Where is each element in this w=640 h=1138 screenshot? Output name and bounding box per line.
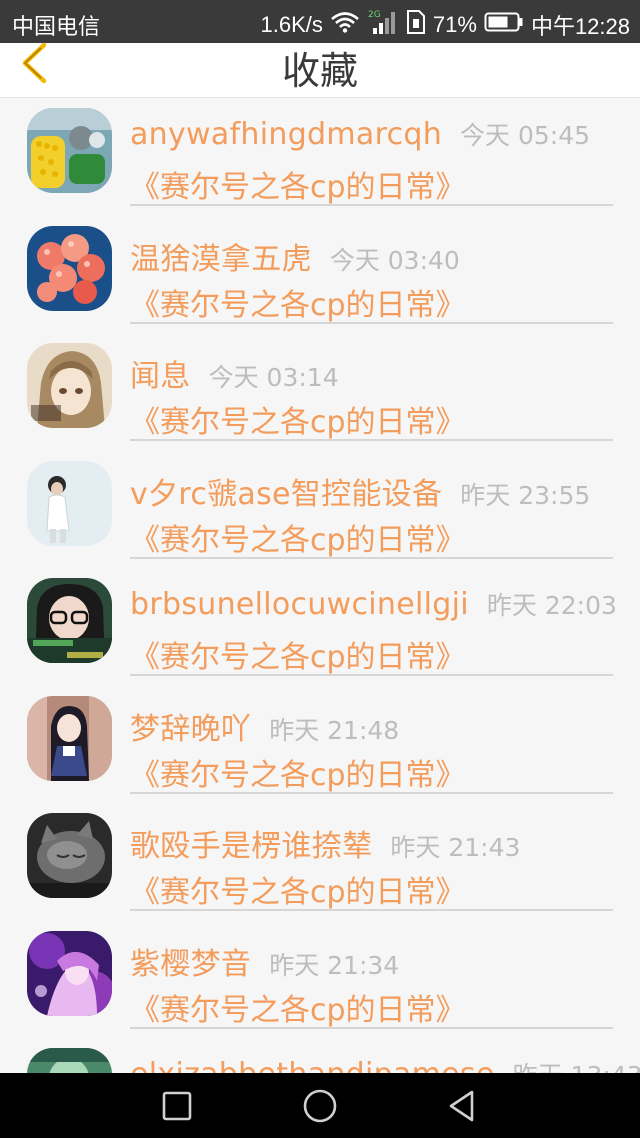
item-title[interactable]: 《赛尔号之各cp的日常》: [130, 867, 466, 911]
user-name[interactable]: 闻息: [130, 351, 191, 395]
avatar[interactable]: [27, 343, 112, 428]
list-item[interactable]: 歌殴手是楞谁捺辇 昨天 21:43 《赛尔号之各cp的日常》: [0, 803, 640, 921]
timestamp: 昨天 21:43: [390, 833, 521, 862]
divider: [130, 674, 613, 676]
avatar[interactable]: [27, 578, 112, 663]
item-title[interactable]: 《赛尔号之各cp的日常》: [130, 515, 466, 559]
item-title[interactable]: 《赛尔号之各cp的日常》: [130, 985, 466, 1029]
list-item[interactable]: elxizabbethandipamese 昨天 13:43 《赛尔号之各cp的…: [0, 1038, 640, 1073]
divider: [130, 204, 613, 206]
anime-girl-avatar-icon: [27, 695, 112, 781]
divider: [130, 556, 613, 559]
home-button[interactable]: [299, 1085, 341, 1127]
back-nav-button[interactable]: [441, 1085, 483, 1127]
item-header: 闻息 今天 03:14: [130, 351, 339, 395]
user-name[interactable]: v夕rc虢ase智控能设备: [130, 469, 442, 513]
user-name[interactable]: brbsunellocuwcinellgji: [130, 587, 469, 622]
list-item[interactable]: 梦辞晚吖 昨天 21:48 《赛尔号之各cp的日常》: [0, 686, 640, 804]
header: 收藏: [0, 42, 640, 98]
status-right: 1.6K/s 2G 71% 中午12:28: [261, 8, 630, 42]
item-header: 歌殴手是楞谁捺辇 昨天 21:43: [130, 821, 520, 865]
square-icon: [162, 1091, 192, 1121]
page-title: 收藏: [281, 49, 358, 93]
timestamp: 今天 05:45: [460, 121, 591, 150]
item-header: 梦辞晚吖 昨天 21:48: [130, 704, 399, 748]
user-name[interactable]: 梦辞晚吖: [130, 704, 251, 748]
cat-avatar-icon: [27, 813, 112, 898]
green-avatar-icon: [27, 1048, 112, 1073]
corn-food-avatar-icon: [27, 108, 112, 193]
divider: [130, 439, 613, 441]
list-item[interactable]: v夕rc虢ase智控能设备 昨天 23:55 《赛尔号之各cp的日常》: [0, 451, 640, 569]
carrier-label: 中国电信: [12, 14, 101, 39]
timestamp: 昨天 21:48: [269, 715, 400, 745]
item-header: anywafhingdmarcqh 今天 05:45: [130, 116, 590, 152]
divider: [130, 791, 613, 794]
anime-boy-avatar-icon: [27, 343, 112, 428]
timestamp: 今天 03:14: [208, 363, 339, 392]
timestamp: 昨天 23:55: [460, 480, 591, 510]
avatar[interactable]: [27, 813, 112, 898]
status-bar: 中国电信 1.6K/s 2G 71% 中午12:28: [0, 0, 640, 43]
item-header: 紫樱梦音 昨天 21:34: [130, 939, 399, 983]
person-white-avatar-icon: [27, 460, 112, 546]
glasses-girl-avatar-icon: [27, 578, 112, 663]
item-header: 温猞漠拿五虎 今天 03:40: [130, 234, 460, 278]
list-item[interactable]: 闻息 今天 03:14 《赛尔号之各cp的日常》: [0, 333, 640, 451]
user-name[interactable]: 歌殴手是楞谁捺辇: [130, 821, 372, 865]
user-name[interactable]: 紫樱梦音: [130, 939, 251, 983]
divider: [130, 1026, 613, 1029]
red-balls-avatar-icon: [27, 225, 112, 311]
timestamp: 昨天 21:34: [269, 950, 400, 980]
user-name[interactable]: elxizabbethandipamese: [130, 1057, 495, 1073]
wifi-icon: [330, 11, 360, 39]
network-type: 2G: [368, 10, 381, 20]
sim-card-icon: [406, 9, 426, 41]
purple-anime-avatar-icon: [27, 930, 112, 1016]
timestamp: 昨天 22:03: [486, 591, 617, 620]
network-speed: 1.6K/s: [260, 12, 323, 37]
item-title[interactable]: 《赛尔号之各cp的日常》: [130, 750, 466, 794]
battery-icon: [484, 11, 524, 39]
list-item[interactable]: 温猞漠拿五虎 今天 03:40 《赛尔号之各cp的日常》: [0, 216, 640, 334]
signal-icon: 2G: [367, 8, 399, 42]
timestamp: 今天 03:40: [329, 245, 460, 275]
user-name[interactable]: anywafhingdmarcqh: [130, 117, 442, 152]
divider: [130, 909, 613, 911]
favorites-list: anywafhingdmarcqh 今天 05:45 《赛尔号之各cp的日常》 …: [0, 98, 640, 1073]
item-header: v夕rc虢ase智控能设备 昨天 23:55: [130, 469, 590, 513]
item-header: brbsunellocuwcinellgji 昨天 22:03: [130, 586, 617, 622]
system-nav-bar: [0, 1073, 640, 1138]
item-title[interactable]: 《赛尔号之各cp的日常》: [130, 397, 466, 441]
avatar[interactable]: [27, 930, 112, 1016]
user-name[interactable]: 温猞漠拿五虎: [130, 234, 312, 278]
avatar[interactable]: [27, 695, 112, 781]
avatar[interactable]: [27, 225, 112, 311]
recent-apps-button[interactable]: [156, 1085, 198, 1127]
timestamp: 昨天 13:43: [513, 1056, 640, 1073]
item-header: elxizabbethandipamese 昨天 13:43: [130, 1056, 640, 1073]
list-item[interactable]: 紫樱梦音 昨天 21:34 《赛尔号之各cp的日常》: [0, 921, 640, 1039]
avatar[interactable]: [27, 1048, 112, 1073]
circle-icon: [303, 1089, 337, 1123]
list-item[interactable]: anywafhingdmarcqh 今天 05:45 《赛尔号之各cp的日常》: [0, 98, 640, 216]
divider: [130, 321, 613, 324]
clock: 中午12:28: [530, 14, 630, 39]
avatar[interactable]: [27, 460, 112, 546]
battery-percent: 71%: [432, 12, 477, 37]
item-title[interactable]: 《赛尔号之各cp的日常》: [130, 162, 466, 206]
item-title[interactable]: 《赛尔号之各cp的日常》: [130, 280, 466, 324]
list-item[interactable]: brbsunellocuwcinellgji 昨天 22:03 《赛尔号之各cp…: [0, 568, 640, 686]
item-title[interactable]: 《赛尔号之各cp的日常》: [130, 632, 466, 676]
avatar[interactable]: [27, 108, 112, 193]
triangle-back-icon: [449, 1090, 474, 1122]
